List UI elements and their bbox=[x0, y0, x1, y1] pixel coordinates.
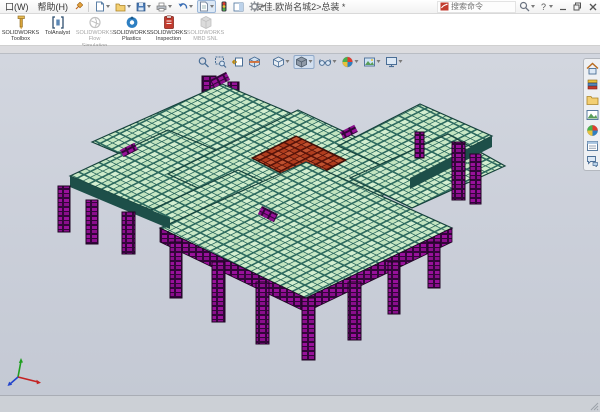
command-manager-ribbon: SOLIDWORKS Toolbox TolAnalyst SOLIDWORKS… bbox=[0, 14, 600, 46]
section-view-icon bbox=[249, 56, 261, 68]
flow-simulation-icon bbox=[88, 15, 102, 30]
performance-evaluation-button[interactable] bbox=[219, 1, 229, 12]
restore-icon bbox=[573, 2, 582, 11]
heads-up-view-toolbar bbox=[197, 54, 404, 69]
ribbon-solidworks-toolbox[interactable]: SOLIDWORKS Toolbox bbox=[2, 15, 39, 43]
plastics-icon bbox=[125, 15, 139, 30]
previous-view-button[interactable] bbox=[231, 56, 245, 68]
save-button[interactable] bbox=[135, 2, 152, 12]
resize-grip[interactable] bbox=[589, 401, 599, 411]
apply-scene-button[interactable] bbox=[363, 56, 382, 68]
help-label: ? bbox=[539, 2, 548, 12]
zoom-to-area-button[interactable] bbox=[214, 56, 228, 68]
display-style-button[interactable] bbox=[294, 55, 315, 69]
previous-view-icon bbox=[232, 56, 244, 68]
solidworks-logo-icon bbox=[440, 2, 449, 11]
view-orientation-button[interactable] bbox=[272, 56, 291, 68]
inspection-icon bbox=[162, 15, 176, 30]
mbd-icon bbox=[199, 15, 213, 30]
pin-icon[interactable] bbox=[74, 2, 83, 11]
ribbon-solidworks-inspection[interactable]: SOLIDWORKS Inspection bbox=[150, 15, 187, 43]
tolanalyst-icon bbox=[51, 15, 65, 30]
view-orientation-cube-icon bbox=[273, 56, 285, 68]
save-icon bbox=[136, 2, 146, 12]
open-folder-icon bbox=[115, 2, 126, 12]
ribbon-tolanalyst[interactable]: TolAnalyst bbox=[39, 15, 76, 36]
minimize-button[interactable] bbox=[556, 1, 569, 12]
solidworks-forum-icon[interactable] bbox=[586, 155, 599, 167]
search-input[interactable] bbox=[451, 2, 513, 11]
file-properties-button[interactable] bbox=[197, 0, 216, 13]
ribbon-label: TolAnalyst bbox=[45, 30, 70, 36]
view-settings-button[interactable] bbox=[385, 56, 404, 68]
toolbar-separator bbox=[88, 2, 89, 12]
display-pane-icon bbox=[233, 2, 244, 12]
solidworks-resources-home-icon[interactable] bbox=[586, 62, 599, 75]
menu-window[interactable]: 口(W) bbox=[2, 0, 32, 13]
solidworks-window: 口(W) 帮助(H) bbox=[0, 0, 600, 412]
restore-button[interactable] bbox=[571, 1, 584, 12]
zoom-to-area-icon bbox=[215, 56, 227, 68]
appearance-ball-icon bbox=[342, 56, 354, 68]
file-properties-icon bbox=[199, 1, 209, 12]
graphics-viewport[interactable] bbox=[0, 54, 600, 395]
ribbon-label: SOLIDWORKS Toolbox bbox=[2, 30, 39, 43]
toolbox-icon bbox=[14, 15, 28, 30]
command-manager-tab-row bbox=[0, 46, 600, 54]
model-geometry bbox=[58, 72, 505, 360]
traffic-light-icon bbox=[220, 1, 228, 12]
print-button[interactable] bbox=[155, 2, 173, 12]
scene-icon bbox=[364, 56, 376, 68]
new-button[interactable] bbox=[94, 1, 111, 12]
file-explorer-folder-icon[interactable] bbox=[586, 94, 599, 106]
orientation-triad bbox=[6, 357, 46, 387]
print-icon bbox=[156, 2, 167, 12]
model-3d[interactable] bbox=[0, 54, 600, 395]
section-view-button[interactable] bbox=[248, 56, 262, 68]
undo-button[interactable] bbox=[176, 2, 194, 12]
display-style-icon bbox=[296, 56, 308, 68]
task-pane-tabs bbox=[583, 58, 600, 171]
new-document-icon bbox=[95, 1, 105, 12]
minimize-icon bbox=[559, 3, 567, 11]
zoom-to-fit-button[interactable] bbox=[197, 56, 211, 68]
status-bar bbox=[0, 395, 600, 412]
close-button[interactable] bbox=[586, 1, 599, 12]
hide-show-items-button[interactable] bbox=[318, 56, 338, 68]
design-library-icon[interactable] bbox=[586, 78, 599, 91]
custom-properties-icon[interactable] bbox=[586, 140, 599, 152]
gear-icon bbox=[249, 1, 260, 12]
title-bar: 口(W) 帮助(H) bbox=[0, 0, 600, 14]
ribbon-label: SOLIDWORKS Inspection bbox=[150, 30, 187, 43]
zoom-to-fit-icon bbox=[198, 56, 210, 68]
ribbon-solidworks-mbd-snl: SOLIDWORKS MBD SNL bbox=[187, 15, 224, 43]
ribbon-label: SOLIDWORKS Plastics bbox=[113, 30, 150, 43]
ribbon-label: SOLIDWORKS MBD SNL bbox=[187, 30, 224, 43]
ribbon-solidworks-plastics[interactable]: SOLIDWORKS Plastics bbox=[113, 15, 150, 43]
close-icon bbox=[589, 3, 597, 11]
view-settings-monitor-icon bbox=[386, 56, 398, 68]
search-box bbox=[437, 1, 516, 13]
open-button[interactable] bbox=[114, 2, 132, 12]
appearances-scenes-icon[interactable] bbox=[586, 124, 599, 137]
search-icon bbox=[519, 1, 530, 12]
search-button[interactable] bbox=[518, 1, 536, 12]
view-palette-icon[interactable] bbox=[586, 109, 599, 121]
menu-help[interactable]: 帮助(H) bbox=[35, 0, 72, 13]
hide-show-glasses-icon bbox=[319, 56, 332, 68]
ribbon-flow-simulation: SOLIDWORKS Flow Simulation bbox=[76, 15, 113, 49]
display-pane-button[interactable] bbox=[232, 2, 245, 12]
help-button[interactable]: ? bbox=[538, 2, 554, 12]
edit-appearance-button[interactable] bbox=[341, 56, 360, 68]
options-button[interactable] bbox=[248, 1, 266, 12]
undo-icon bbox=[177, 2, 188, 12]
